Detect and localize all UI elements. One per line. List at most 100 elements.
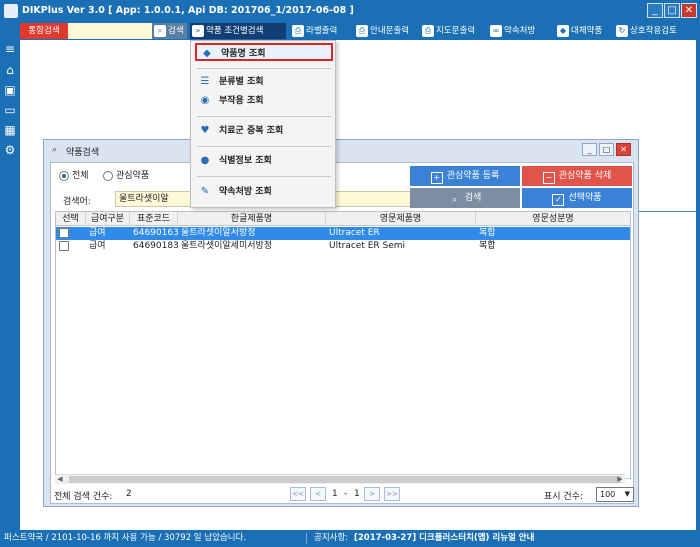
total-count: 2 <box>126 489 132 499</box>
menu-item-promise-prescription[interactable]: ✎ 약속처방 조회 <box>195 183 333 201</box>
checkbox-icon: ✓ <box>552 194 565 206</box>
table-row[interactable]: 급여 64690163 울트라셋이알서방정 Ultracet ER 복합 <box>56 227 630 240</box>
last-page-button[interactable]: >> <box>384 487 400 501</box>
search-icon: ⌕ <box>154 25 166 37</box>
page-separator: - <box>344 489 348 499</box>
menu-separator <box>197 116 331 117</box>
drug-condition-search-button[interactable]: » 약품 조건별검색 <box>190 23 286 39</box>
menu-item-drug-name[interactable]: ◆ 약품명 조회 <box>195 43 333 61</box>
col-kr-name[interactable]: 한글제품명 <box>178 212 326 226</box>
register-favorite-button[interactable]: + 관심약품 등록 <box>410 166 520 186</box>
col-en-name[interactable]: 영문제품명 <box>326 212 476 226</box>
next-page-button[interactable]: > <box>364 487 380 501</box>
menu-separator <box>197 146 331 147</box>
total-count-label: 전체 검색 건수: <box>54 492 113 502</box>
title-bar: DIKPlus Ver 3.0 [ App: 1.0.0.1, Api DB: … <box>0 0 700 22</box>
search-icon: ⌕ <box>452 195 457 204</box>
radio-dot <box>103 171 113 181</box>
gear-icon[interactable]: ⚙ <box>3 143 17 157</box>
minimize-button[interactable]: _ <box>647 3 663 18</box>
interaction-check-button[interactable]: ↻ 상호작용검토 <box>614 23 680 39</box>
dialog-search-button[interactable]: ⌕ 검색 <box>410 188 520 208</box>
remove-favorite-icon: − <box>542 172 555 184</box>
license-status: 퍼스트약국 / 2101-10-16 까지 사용 가능 / 30792 일 남았… <box>4 533 247 543</box>
select-drug-button[interactable]: ✓ 선택약품 <box>522 188 632 208</box>
window-title: DIKPlus Ver 3.0 [ App: 1.0.0.1, Api DB: … <box>22 5 354 16</box>
notice-label: 공지사항: <box>314 533 349 543</box>
col-coverage[interactable]: 급여구분 <box>86 212 130 226</box>
toolbar: 통합검색 ⌕ 검색 » 약품 조건별검색 ⎙ 라벨출력 ⎙ 안내문출력 ⎙ 지도문출력 ∞… <box>20 22 696 40</box>
building-icon[interactable]: ▣ <box>3 83 17 97</box>
table-row[interactable]: 급여 64690183 울트라셋이알세미서방정 Ultracet ER Semi… <box>56 240 630 253</box>
list-icon: ☰ <box>200 76 210 87</box>
dialog-title: 약품검색 <box>66 148 100 158</box>
link-icon: ∞ <box>490 25 502 37</box>
notice-link[interactable]: [2017-03-27] 디크플러스터치(앱) 리뉴얼 안내 <box>354 530 534 547</box>
row-checkbox[interactable] <box>56 227 86 240</box>
heart-icon: ♥ <box>200 125 210 136</box>
home-icon[interactable]: ⌂ <box>3 63 17 77</box>
dialog-maximize-button[interactable]: □ <box>599 143 614 156</box>
edit-icon: ✎ <box>200 186 210 197</box>
menu-item-category[interactable]: ☰ 분류별 조회 <box>195 73 333 91</box>
maximize-button[interactable]: □ <box>664 3 680 18</box>
dialog-minimize-button[interactable]: _ <box>582 143 597 156</box>
condition-search-menu: ◆ 약품명 조회 ☰ 분류별 조회 ◉ 부작용 조회 ♥ 치료군 중복 조회 ● 식별정보… <box>190 40 336 208</box>
label-print-button[interactable]: ⎙ 라벨출력 <box>290 23 340 39</box>
substitute-drug-button[interactable]: ◆ 대체약품 <box>555 23 605 39</box>
integrated-search-input[interactable] <box>68 23 152 39</box>
refresh-icon: ↻ <box>616 25 628 37</box>
monitor-icon[interactable]: ▭ <box>3 103 17 117</box>
page-size-select[interactable]: 100 ▼ <box>596 487 634 502</box>
col-code[interactable]: 표준코드 <box>130 212 178 226</box>
dialog-close-button[interactable]: ✕ <box>616 143 631 156</box>
search-button[interactable]: ⌕ 검색 <box>152 23 187 39</box>
dialog-footer: 전체 검색 건수: 2 << < 1 - 1 > >> 표시 건수: 100 ▼ <box>50 486 634 504</box>
search-label: 검색어: <box>63 197 91 207</box>
drug-search-dialog: ⌕ 약품검색 _ □ ✕ 전체 관심약품 + 관심약품 등록 − 관심약품 삭제 검… <box>43 139 639 507</box>
qr-icon[interactable]: ▦ <box>3 123 17 137</box>
row-checkbox[interactable] <box>56 240 86 253</box>
col-ingredient[interactable]: 영문성분명 <box>476 212 630 226</box>
cell-ingredient: 복합 <box>479 241 496 251</box>
guide-print-button[interactable]: ⎙ 안내문출력 <box>354 23 412 39</box>
menu-icon[interactable]: ≡ <box>3 42 17 56</box>
scroll-left-icon[interactable]: ◀ <box>55 475 65 484</box>
col-select[interactable]: 선택 <box>56 212 86 226</box>
app-icon <box>4 4 18 18</box>
divider <box>636 211 696 212</box>
chevron-down-icon: » <box>192 25 204 37</box>
prev-page-button[interactable]: < <box>310 487 326 501</box>
printer-icon: ⎙ <box>356 25 368 37</box>
checkbox[interactable] <box>59 228 69 238</box>
first-page-button[interactable]: << <box>290 487 306 501</box>
pill-tag-icon: ◆ <box>203 48 211 59</box>
radio-favorite[interactable]: 관심약품 <box>103 170 149 182</box>
menu-item-side-effect[interactable]: ◉ 부작용 조회 <box>195 92 333 110</box>
printer-icon: ⎙ <box>292 25 304 37</box>
horizontal-scrollbar[interactable]: ◀ ▶ <box>55 474 625 484</box>
menu-item-therapy-duplicate[interactable]: ♥ 치료군 중복 조회 <box>195 122 333 140</box>
eye-icon: ◉ <box>200 95 210 106</box>
scroll-right-icon[interactable]: ▶ <box>615 475 625 484</box>
cell-coverage: 급여 <box>89 241 106 251</box>
close-button[interactable]: ✕ <box>681 3 697 18</box>
radio-all[interactable]: 전체 <box>59 170 89 182</box>
cell-en-name: Ultracet ER Semi <box>329 241 406 251</box>
printer-icon: ⎙ <box>422 25 434 37</box>
delete-favorite-button[interactable]: − 관심약품 삭제 <box>522 166 632 186</box>
checkbox[interactable] <box>59 241 69 251</box>
scroll-thumb[interactable] <box>69 476 621 483</box>
instruction-print-button[interactable]: ⎙ 지도문출력 <box>420 23 478 39</box>
table-header: 선택 급여구분 표준코드 한글제품명 영문제품명 영문성분명 <box>56 212 630 226</box>
menu-item-identification[interactable]: ● 식별정보 조회 <box>195 152 333 170</box>
drug-table: 선택 급여구분 표준코드 한글제품명 영문제품명 영문성분명 급여 646901… <box>55 211 631 479</box>
integrated-search-tab[interactable]: 통합검색 <box>20 23 68 39</box>
status-divider <box>306 533 307 544</box>
promise-prescription-button[interactable]: ∞ 약속처방 <box>488 23 538 39</box>
cell-coverage: 급여 <box>89 228 106 238</box>
status-bar: 퍼스트약국 / 2101-10-16 까지 사용 가능 / 30792 일 남았… <box>0 530 700 547</box>
search-icon: ⌕ <box>52 145 58 155</box>
side-nav: ≡ ⌂ ▣ ▭ ▦ ⚙ <box>0 22 20 530</box>
add-favorite-icon: + <box>430 172 443 184</box>
